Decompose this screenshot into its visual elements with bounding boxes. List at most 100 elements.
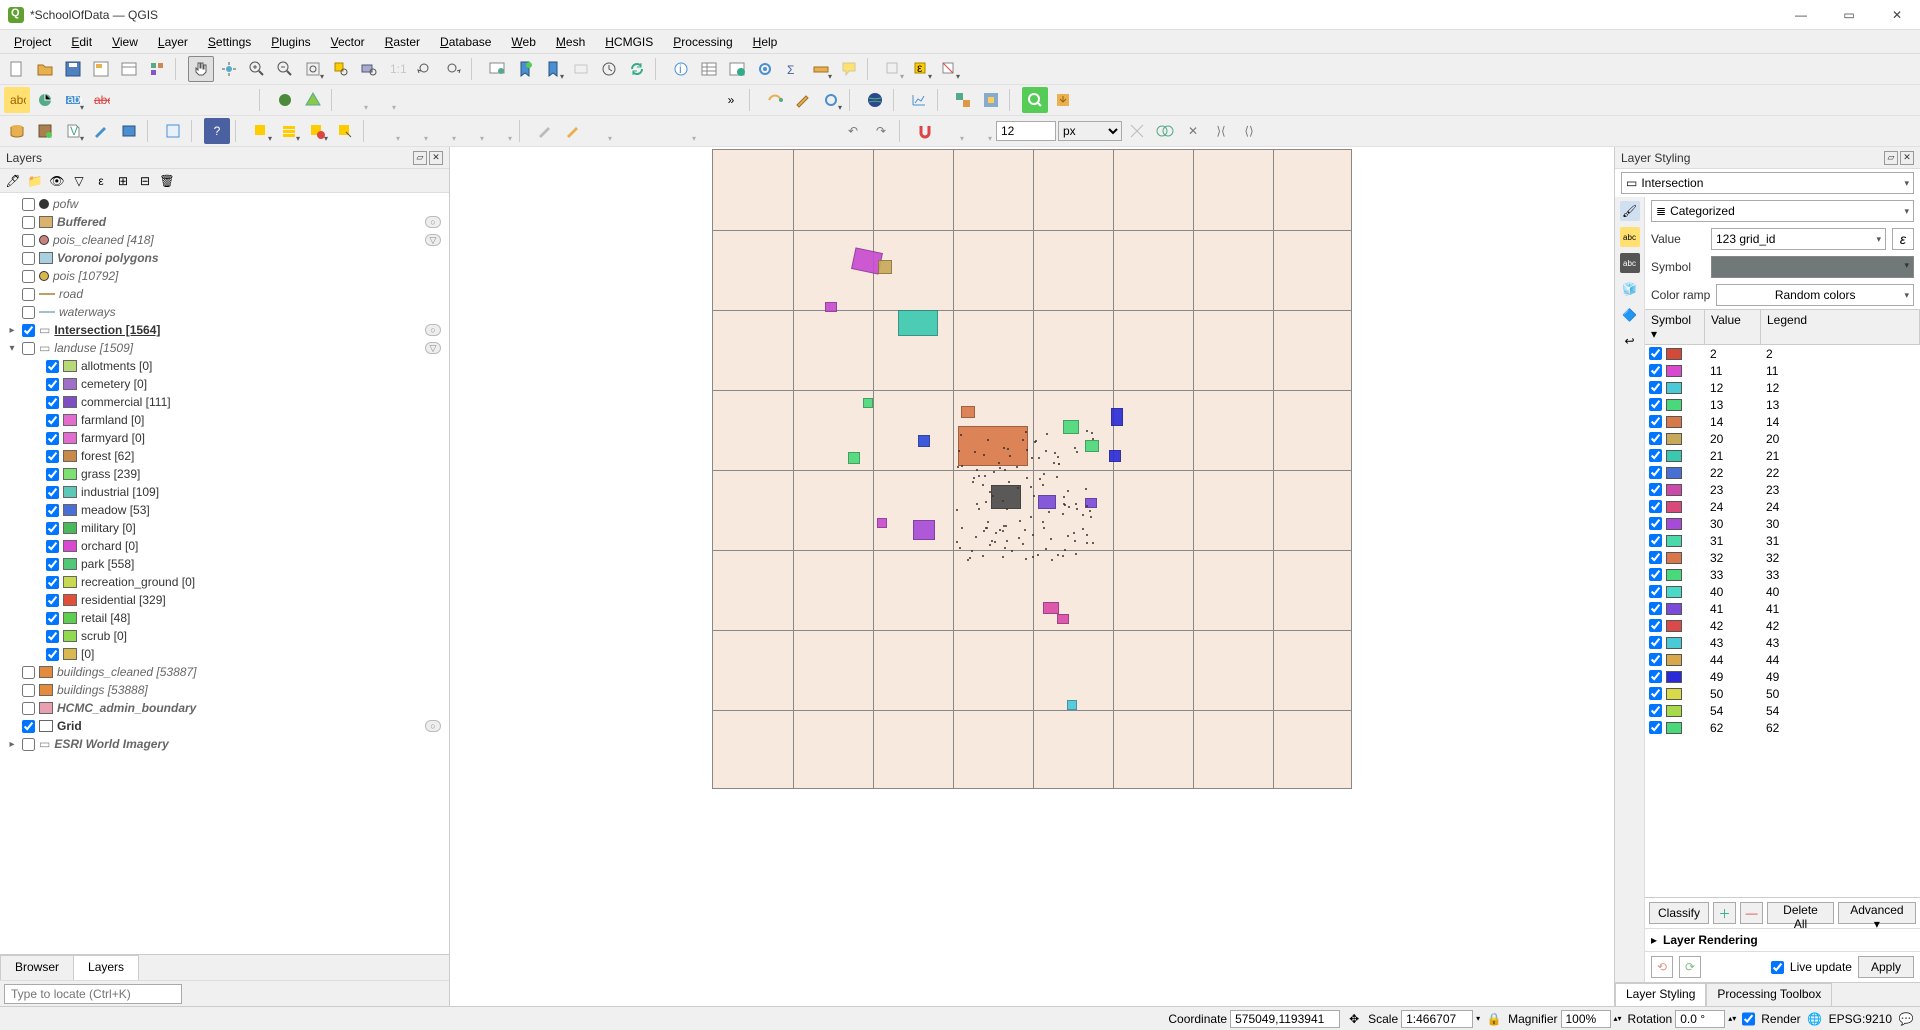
layer-row[interactable]: park [558] [0,555,449,573]
snap-enable-icon[interactable] [344,87,370,113]
layer-checkbox[interactable] [22,702,35,715]
snap-tolerance-input[interactable] [996,121,1056,141]
osm-search-icon[interactable] [1022,87,1048,113]
category-checkbox[interactable] [1649,517,1662,530]
live-update-checkbox[interactable] [1771,961,1784,974]
magnifier-input[interactable] [1561,1010,1611,1028]
expression-filter-icon[interactable]: ε [92,172,110,190]
category-checkbox[interactable] [1649,670,1662,683]
paste-features-icon[interactable] [812,118,838,144]
globe-icon[interactable] [862,87,888,113]
self-snap-icon[interactable]: ⟩⟨ [1208,118,1234,144]
new-print-layout-icon[interactable] [88,56,114,82]
layer-row[interactable]: pois_cleaned [418]▽ [0,231,449,249]
layer-checkbox[interactable] [22,666,35,679]
rotation-input[interactable] [1675,1010,1725,1028]
crs-icon[interactable]: 🌐 [1807,1011,1823,1027]
layer-row[interactable]: ▾▭landuse [1509]▽ [0,339,449,357]
layer-row-action-icon[interactable]: ○ [425,324,441,336]
category-row[interactable]: 4343 [1645,634,1920,651]
add-circle-icon[interactable] [404,118,430,144]
remove-category-button[interactable]: — [1740,902,1763,924]
layer-checkbox[interactable] [46,540,59,553]
panel-close-icon[interactable]: ✕ [1900,151,1914,165]
move-feature-icon[interactable] [644,118,670,144]
data-source-icon[interactable] [4,118,30,144]
select-by-value-icon[interactable]: ε [908,56,934,82]
menu-view[interactable]: View [104,33,146,51]
menu-database[interactable]: Database [432,33,499,51]
semi-auto-class-icon[interactable] [950,87,976,113]
col-symbol[interactable]: Symbol ▾ [1645,310,1705,344]
layer-row[interactable]: grass [239] [0,465,449,483]
layer-checkbox[interactable] [46,522,59,535]
category-checkbox[interactable] [1649,381,1662,394]
category-checkbox[interactable] [1649,347,1662,360]
category-checkbox[interactable] [1649,466,1662,479]
add-rect-icon[interactable] [460,118,486,144]
layer-row-action-icon[interactable]: ○ [425,720,441,732]
snap-unit-select[interactable]: px [1058,121,1122,141]
layer-checkbox[interactable] [46,486,59,499]
zoom-native-icon[interactable]: 1:1 [384,56,410,82]
layer-row[interactable]: HCMC_admin_boundary [0,699,449,717]
layer-checkbox[interactable] [46,630,59,643]
category-row[interactable]: 1313 [1645,396,1920,413]
layer-checkbox[interactable] [46,504,59,517]
layout-manager-icon[interactable] [116,56,142,82]
layer-row[interactable]: residential [329] [0,591,449,609]
apply-button[interactable]: Apply [1858,956,1914,978]
expand-all-icon[interactable]: ⊞ [114,172,132,190]
layer-row[interactable]: farmyard [0] [0,429,449,447]
layer-row[interactable]: Buffered○ [0,213,449,231]
category-row[interactable]: 3030 [1645,515,1920,532]
category-checkbox[interactable] [1649,432,1662,445]
category-checkbox[interactable] [1649,534,1662,547]
layer-select[interactable]: ▭Intersection [1621,172,1914,194]
zoom-last-icon[interactable] [412,56,438,82]
locator-input[interactable] [4,984,182,1004]
expression-button[interactable]: ε [1892,228,1914,250]
render-checkbox[interactable] [1742,1010,1755,1028]
category-table[interactable]: Symbol ▾ Value Legend 221111121213131414… [1645,309,1920,898]
zoom-in-icon[interactable] [244,56,270,82]
label-icon[interactable]: abc [4,87,30,113]
layer-row[interactable]: buildings_cleaned [53887] [0,663,449,681]
minimize-button[interactable]: — [1786,5,1816,25]
col-value[interactable]: Value [1705,310,1761,344]
show-bookmarks-icon[interactable] [540,56,566,82]
layer-checkbox[interactable] [22,306,35,319]
add-regular-icon[interactable] [488,118,514,144]
menu-processing[interactable]: Processing [665,33,740,51]
layer-checkbox[interactable] [22,720,35,733]
temporal-icon[interactable] [596,56,622,82]
save-project-icon[interactable] [60,56,86,82]
toggle-extents-icon[interactable]: ✥ [1346,1011,1362,1027]
category-checkbox[interactable] [1649,602,1662,615]
layer-checkbox[interactable] [46,378,59,391]
layer-row[interactable]: cemetery [0] [0,375,449,393]
menu-project[interactable]: Project [6,33,59,51]
category-checkbox[interactable] [1649,721,1662,734]
snap-centroid-icon[interactable] [456,87,482,113]
category-checkbox[interactable] [1649,653,1662,666]
select-features-icon[interactable] [248,118,274,144]
scale-lock-icon[interactable]: 🔒 [1486,1011,1502,1027]
snap-endpoint-icon[interactable] [512,87,538,113]
snap-advanced-icon[interactable] [680,87,706,113]
category-row[interactable]: 2323 [1645,481,1920,498]
category-row[interactable]: 2424 [1645,498,1920,515]
new-virtual-icon[interactable] [116,118,142,144]
undo-style-icon[interactable]: ⟲ [1651,956,1673,978]
open-project-icon[interactable] [32,56,58,82]
add-polygon-icon[interactable] [376,118,402,144]
close-button[interactable]: ✕ [1882,5,1912,25]
chart-icon[interactable] [906,87,932,113]
3d-tab-icon[interactable]: 🧊 [1620,279,1640,299]
label-pin-icon[interactable] [200,87,226,113]
layer-row[interactable]: buildings [53888] [0,681,449,699]
select-icon[interactable] [880,56,906,82]
category-row[interactable]: 5050 [1645,685,1920,702]
category-row[interactable]: 2121 [1645,447,1920,464]
snapping-layers-icon[interactable] [940,118,966,144]
